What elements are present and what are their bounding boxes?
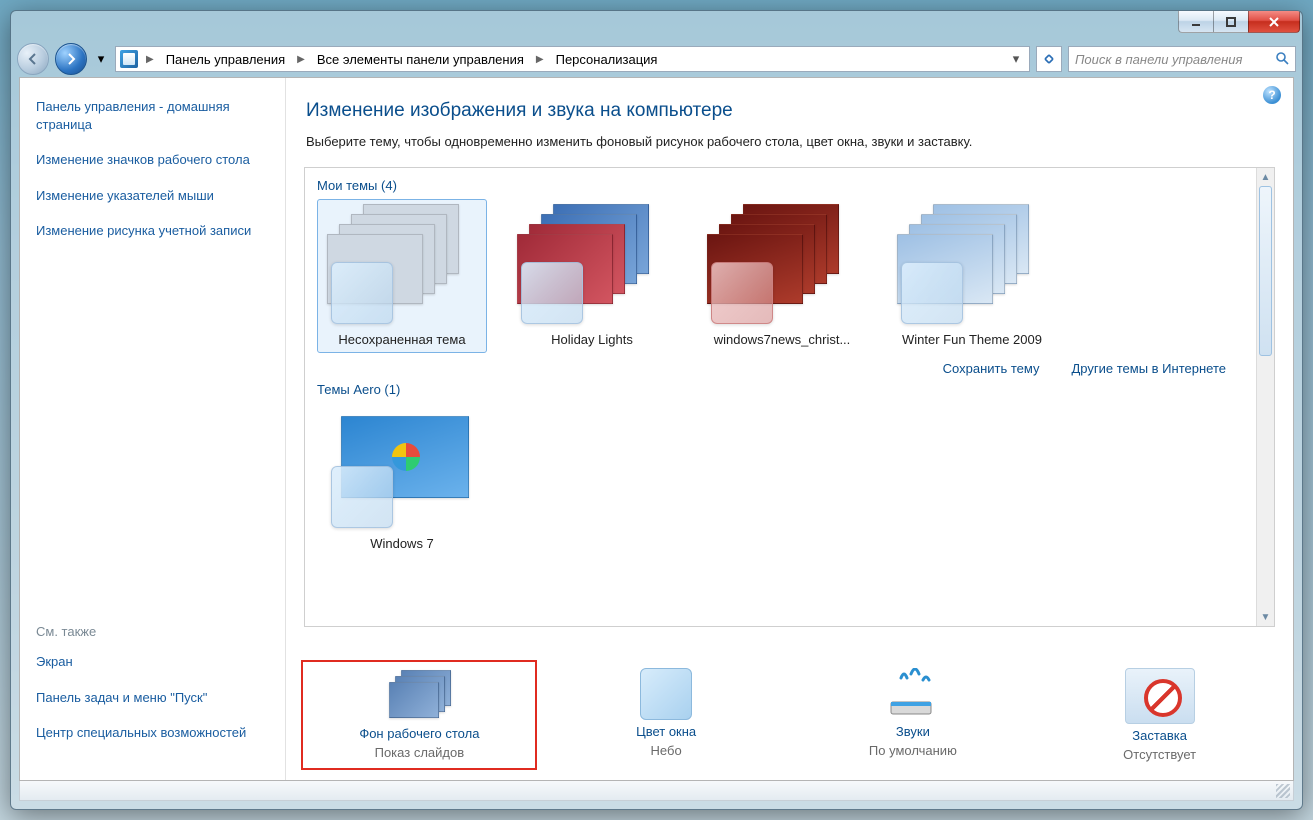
search-input[interactable]: Поиск в панели управления	[1068, 46, 1296, 72]
close-button[interactable]	[1248, 11, 1300, 33]
group-aero-themes: Темы Aero (1)	[317, 382, 1254, 397]
titlebar	[11, 11, 1302, 41]
setting-desktop-background[interactable]: Фон рабочего стола Показ слайдов	[309, 668, 529, 762]
window-buttons	[1179, 11, 1300, 33]
themes-list: Мои темы (4) Несохраненная тема Holiday …	[304, 167, 1275, 627]
screensaver-icon	[1125, 668, 1195, 724]
refresh-button[interactable]	[1036, 46, 1062, 72]
scroll-thumb[interactable]	[1259, 186, 1272, 356]
theme-label: Несохраненная тема	[338, 332, 465, 348]
chevron-right-icon: ▶	[142, 54, 158, 65]
scroll-down-icon[interactable]: ▼	[1257, 608, 1274, 626]
theme-winter-fun-2009[interactable]: Winter Fun Theme 2009	[887, 199, 1057, 353]
scrollbar[interactable]: ▲ ▼	[1256, 168, 1274, 626]
page-subtitle: Выберите тему, чтобы одновременно измени…	[306, 134, 1273, 149]
setting-screensaver[interactable]: Заставка Отсутствует	[1050, 668, 1270, 762]
setting-link: Фон рабочего стола	[359, 726, 479, 741]
breadcrumb-item[interactable]: Все элементы панели управления	[313, 50, 528, 69]
setting-sounds[interactable]: Звуки По умолчанию	[803, 668, 1023, 762]
main-panel: ? Изменение изображения и звука на компь…	[286, 78, 1293, 780]
maximize-button[interactable]	[1213, 11, 1249, 33]
setting-value: Небо	[651, 743, 682, 758]
breadcrumb-item[interactable]: Панель управления	[162, 50, 289, 69]
content-area: Панель управления - домашняя страница Из…	[19, 77, 1294, 781]
window-color-icon	[640, 668, 692, 720]
theme-windows7news-christmas[interactable]: windows7news_christ...	[697, 199, 867, 353]
status-bar	[19, 781, 1294, 801]
sidebar-link-account-picture[interactable]: Изменение рисунка учетной записи	[36, 222, 269, 240]
setting-link: Цвет окна	[636, 724, 696, 739]
address-dropdown-icon[interactable]: ▾	[1007, 51, 1025, 67]
theme-label: Holiday Lights	[551, 332, 633, 348]
setting-value: Отсутствует	[1123, 747, 1196, 762]
search-placeholder: Поиск в панели управления	[1075, 52, 1242, 67]
theme-windows7[interactable]: Windows 7	[317, 403, 487, 557]
see-also-heading: См. также	[36, 624, 269, 639]
theme-holiday-lights[interactable]: Holiday Lights	[507, 199, 677, 353]
sounds-icon	[881, 668, 945, 720]
theme-label: Winter Fun Theme 2009	[902, 332, 1042, 348]
control-panel-icon	[120, 50, 138, 68]
theme-label: windows7news_christ...	[714, 332, 851, 348]
setting-value: Показ слайдов	[375, 745, 465, 760]
nav-history-dropdown[interactable]: ▾	[93, 49, 109, 69]
back-button[interactable]	[17, 43, 49, 75]
forward-button[interactable]	[55, 43, 87, 75]
chevron-right-icon: ▶	[293, 54, 309, 65]
search-icon	[1275, 51, 1289, 68]
theme-unsaved[interactable]: Несохраненная тема	[317, 199, 487, 353]
more-themes-online-link[interactable]: Другие темы в Интернете	[1072, 361, 1227, 376]
sidebar: Панель управления - домашняя страница Из…	[20, 78, 286, 780]
save-theme-link[interactable]: Сохранить тему	[943, 361, 1040, 376]
setting-value: По умолчанию	[869, 743, 957, 758]
chevron-right-icon: ▶	[532, 54, 548, 65]
minimize-button[interactable]	[1178, 11, 1214, 33]
settings-row: Фон рабочего стола Показ слайдов Цвет ок…	[286, 656, 1293, 780]
see-also-ease-of-access[interactable]: Центр специальных возможностей	[36, 724, 269, 742]
setting-link: Звуки	[896, 724, 930, 739]
theme-label: Windows 7	[370, 536, 434, 552]
address-bar[interactable]: ▶ Панель управления ▶ Все элементы панел…	[115, 46, 1030, 72]
sidebar-link-mouse-pointers[interactable]: Изменение указателей мыши	[36, 187, 269, 205]
setting-link: Заставка	[1132, 728, 1187, 743]
setting-window-color[interactable]: Цвет окна Небо	[556, 668, 776, 762]
scroll-up-icon[interactable]: ▲	[1257, 168, 1274, 186]
sidebar-link-desktop-icons[interactable]: Изменение значков рабочего стола	[36, 151, 269, 169]
resize-grip-icon[interactable]	[1276, 784, 1290, 798]
group-my-themes: Мои темы (4)	[317, 178, 1254, 193]
see-also-taskbar[interactable]: Панель задач и меню "Пуск"	[36, 689, 269, 707]
personalization-window: ▾ ▶ Панель управления ▶ Все элементы пан…	[10, 10, 1303, 810]
sidebar-home-link[interactable]: Панель управления - домашняя страница	[36, 98, 269, 133]
page-title: Изменение изображения и звука на компьют…	[306, 100, 1273, 122]
see-also-display[interactable]: Экран	[36, 653, 269, 671]
desktop-background-icon	[387, 670, 451, 722]
breadcrumb-item[interactable]: Персонализация	[552, 50, 662, 69]
help-icon[interactable]: ?	[1263, 86, 1281, 104]
navigation-bar: ▾ ▶ Панель управления ▶ Все элементы пан…	[11, 41, 1302, 77]
